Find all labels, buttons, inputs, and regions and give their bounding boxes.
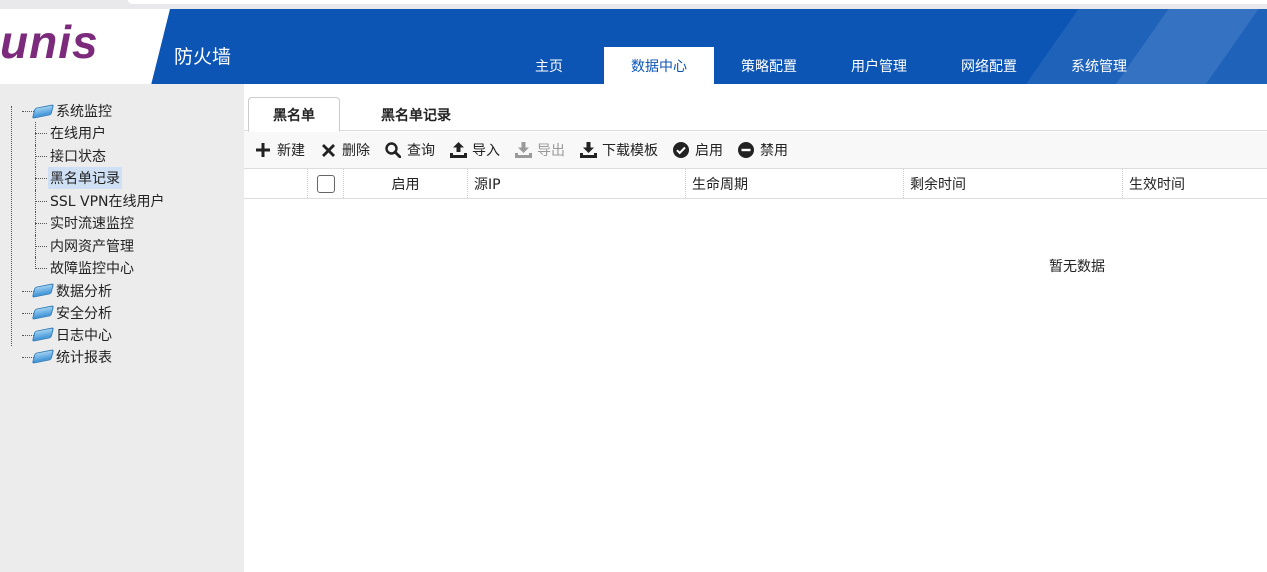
folder-icon <box>31 349 55 364</box>
column-header-enabled[interactable]: 启用 <box>343 169 467 198</box>
select-all-cell <box>307 169 343 198</box>
export-label: 导出 <box>537 143 565 159</box>
sidebar: 系统监控 在线用户 接口状态 黑名单记录 SSL VPN在线用户 实时流速监控 … <box>0 84 244 572</box>
grid-header: 启用 源IP 生命周期 剩余时间 生效时间 <box>244 168 1267 199</box>
column-header-source-ip[interactable]: 源IP <box>467 169 685 198</box>
query-label: 查询 <box>407 143 435 159</box>
column-header-lifecycle[interactable]: 生命周期 <box>685 169 903 198</box>
tree-group-security-analysis[interactable]: 安全分析 <box>10 302 167 324</box>
tree-group-label: 安全分析 <box>56 305 112 322</box>
browser-strip <box>0 0 1267 9</box>
tree-item-fault-monitor-center[interactable]: 故障监控中心 <box>10 257 167 280</box>
tree-group-label: 统计报表 <box>56 349 112 366</box>
main-panel: 黑名单 黑名单记录 新建 删除 查询 导入 导出 下载模板 启用 禁用 启用 源… <box>244 84 1267 572</box>
column-header-effective-time[interactable]: 生效时间 <box>1122 169 1267 198</box>
tree-item-label: 实时流速监控 <box>50 216 134 233</box>
tree-group-data-analysis[interactable]: 数据分析 <box>10 280 167 302</box>
query-button[interactable]: 查询 <box>384 140 435 160</box>
tree-item-realtime-flow-monitor[interactable]: 实时流速监控 <box>10 212 167 235</box>
subtab-bar: 黑名单 黑名单记录 <box>244 84 1267 132</box>
tree-item-label: 故障监控中心 <box>50 261 134 278</box>
enable-button[interactable]: 启用 <box>672 140 723 160</box>
folder-icon <box>31 103 55 119</box>
tab-blacklist-records[interactable]: 黑名单记录 <box>356 97 476 132</box>
search-icon <box>384 141 402 159</box>
import-label: 导入 <box>472 143 500 159</box>
tree-group-label: 数据分析 <box>56 283 112 300</box>
nav-item-policy-config[interactable]: 策略配置 <box>714 47 824 84</box>
tab-blacklist[interactable]: 黑名单 <box>248 97 340 132</box>
tree-item-label: 在线用户 <box>50 126 106 143</box>
browser-tab-edge <box>128 0 1267 4</box>
tree-group-system-monitor[interactable]: 系统监控 <box>10 100 167 122</box>
new-label: 新建 <box>277 143 305 159</box>
import-button[interactable]: 导入 <box>449 140 500 160</box>
minus-circle-icon <box>737 141 755 159</box>
disable-button[interactable]: 禁用 <box>737 140 788 160</box>
toolbar: 新建 删除 查询 导入 导出 下载模板 启用 禁用 <box>244 132 1267 168</box>
nav-item-data-center[interactable]: 数据中心 <box>604 47 714 84</box>
tree-item-intranet-asset-management[interactable]: 内网资产管理 <box>10 234 167 257</box>
tree-item-online-users[interactable]: 在线用户 <box>10 122 167 145</box>
tree-group-label: 系统监控 <box>56 104 112 120</box>
tree-item-ssl-vpn-online-users[interactable]: SSL VPN在线用户 <box>10 189 167 212</box>
download-template-button[interactable]: 下载模板 <box>579 140 658 160</box>
disable-label: 禁用 <box>760 143 788 159</box>
top-nav: 主页 数据中心 策略配置 用户管理 网络配置 系统管理 <box>494 47 1154 84</box>
logo-area: unis <box>0 9 170 84</box>
empty-message: 暂无数据 <box>1049 259 1105 275</box>
delete-label: 删除 <box>342 143 370 159</box>
tree-item-label: SSL VPN在线用户 <box>50 193 165 210</box>
tree-children: 在线用户 接口状态 黑名单记录 SSL VPN在线用户 实时流速监控 内网资产管… <box>10 122 167 280</box>
check-circle-icon <box>672 141 690 159</box>
app-header: unis 防火墙 主页 数据中心 策略配置 用户管理 网络配置 系统管理 <box>0 9 1267 84</box>
tree-root-line <box>11 106 12 346</box>
nav-item-network-config[interactable]: 网络配置 <box>934 47 1044 84</box>
new-button[interactable]: 新建 <box>254 140 305 160</box>
tree-group-statistics-report[interactable]: 统计报表 <box>10 346 167 368</box>
nav-item-user-management[interactable]: 用户管理 <box>824 47 934 84</box>
folder-icon <box>31 327 55 342</box>
tree-item-label: 接口状态 <box>50 148 106 165</box>
column-header-remaining-time[interactable]: 剩余时间 <box>903 169 1122 198</box>
nav-tree: 系统监控 在线用户 接口状态 黑名单记录 SSL VPN在线用户 实时流速监控 … <box>10 100 167 368</box>
tree-item-interface-status[interactable]: 接口状态 <box>10 144 167 167</box>
close-icon <box>319 141 337 159</box>
folder-icon <box>31 283 55 298</box>
export-icon <box>514 141 532 159</box>
download-icon <box>579 141 597 159</box>
tree-item-label: 内网资产管理 <box>50 238 134 255</box>
enable-label: 启用 <box>695 143 723 159</box>
tree-item-label: 黑名单记录 <box>48 167 122 190</box>
logo: unis <box>0 16 99 68</box>
upload-icon <box>449 141 467 159</box>
app-title: 防火墙 <box>174 46 232 68</box>
tree-group-log-center[interactable]: 日志中心 <box>10 324 167 346</box>
export-button[interactable]: 导出 <box>514 140 565 160</box>
tree-group-label: 日志中心 <box>56 327 112 344</box>
nav-item-home[interactable]: 主页 <box>494 47 604 84</box>
folder-icon <box>31 305 55 320</box>
plus-icon <box>254 141 272 159</box>
nav-item-system-management[interactable]: 系统管理 <box>1044 47 1154 84</box>
download-template-label: 下载模板 <box>602 143 658 159</box>
select-all-checkbox[interactable] <box>316 174 335 193</box>
tree-item-blacklist-records[interactable]: 黑名单记录 <box>10 167 167 190</box>
delete-button[interactable]: 删除 <box>319 140 370 160</box>
